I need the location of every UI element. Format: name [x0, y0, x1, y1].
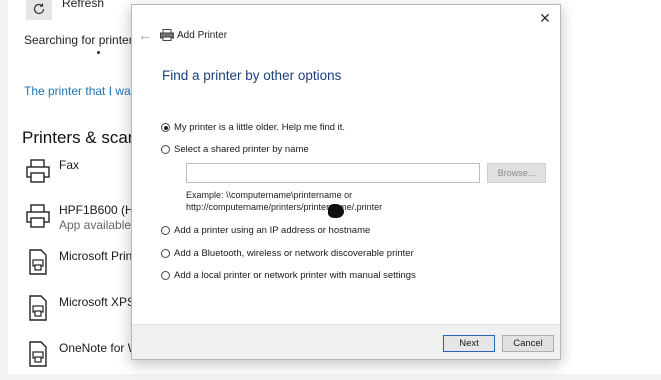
document-printer-icon — [29, 341, 47, 367]
refresh-label: Refresh — [62, 0, 105, 10]
page-heading: Find a printer by other options — [162, 68, 342, 83]
cursor-blot — [328, 204, 344, 218]
printer-icon — [26, 204, 50, 228]
device-name: Fax — [59, 158, 80, 172]
example-line-2: http://computername/printers/printername… — [186, 202, 383, 212]
radio-button[interactable] — [161, 249, 170, 258]
document-printer-icon — [29, 295, 47, 321]
document-printer-icon — [29, 249, 47, 275]
option-label: Select a shared printer by name — [174, 144, 309, 155]
device-name: OneNote for W — [59, 341, 140, 355]
device-item-onenote[interactable]: OneNote for W — [24, 340, 144, 380]
shared-printer-input[interactable] — [186, 163, 480, 183]
dialog-title: Add Printer — [177, 30, 228, 41]
device-item-fax[interactable]: Fax — [24, 157, 144, 197]
radio-button[interactable] — [161, 145, 170, 154]
browse-button[interactable]: Browse... — [487, 163, 546, 183]
radio-button[interactable] — [161, 123, 170, 132]
option-label: Add a local printer or network printer w… — [174, 270, 416, 281]
option-label: Add a Bluetooth, wireless or network dis… — [174, 248, 414, 259]
printer-icon — [160, 29, 174, 41]
device-name: Microsoft Print — [59, 249, 136, 263]
cancel-button[interactable]: Cancel — [502, 335, 554, 352]
device-item-hp[interactable]: HPF1B600 (HP S App available for — [24, 202, 153, 242]
back-arrow-icon[interactable]: ← — [138, 27, 152, 43]
radio-button[interactable] — [161, 271, 170, 280]
option-ip-address[interactable]: Add a printer using an IP address or hos… — [161, 225, 370, 236]
printer-icon — [26, 159, 50, 183]
option-label: My printer is a little older. Help me fi… — [174, 122, 346, 133]
option-shared-printer[interactable]: Select a shared printer by name — [161, 144, 309, 155]
option-bluetooth-wireless[interactable]: Add a Bluetooth, wireless or network dis… — [161, 248, 414, 259]
example-text: Example: \\computername\printername or h… — [186, 189, 382, 213]
refresh-button[interactable] — [26, 0, 52, 20]
settings-nav-edge — [0, 0, 8, 374]
option-local-manual[interactable]: Add a local printer or network printer w… — [161, 270, 416, 281]
section-title: Printers & scann — [22, 128, 147, 147]
add-printer-dialog: ✕ ← Add Printer Find a printer by other … — [131, 4, 561, 360]
radio-button[interactable] — [161, 226, 170, 235]
option-older-printer[interactable]: My printer is a little older. Help me fi… — [161, 122, 345, 133]
progress-dot — [97, 51, 100, 54]
printer-not-listed-link[interactable]: The printer that I want — [24, 84, 141, 98]
device-item-microsoft-xps[interactable]: Microsoft XPS D — [24, 294, 147, 334]
example-line-1: Example: \\computername\printername or — [186, 190, 353, 200]
device-item-microsoft-print[interactable]: Microsoft Print — [24, 248, 144, 288]
next-button[interactable]: Next — [443, 335, 495, 352]
option-label: Add a printer using an IP address or hos… — [174, 225, 371, 236]
close-icon[interactable]: ✕ — [536, 9, 554, 27]
refresh-icon — [33, 3, 45, 15]
dialog-footer — [132, 324, 560, 359]
